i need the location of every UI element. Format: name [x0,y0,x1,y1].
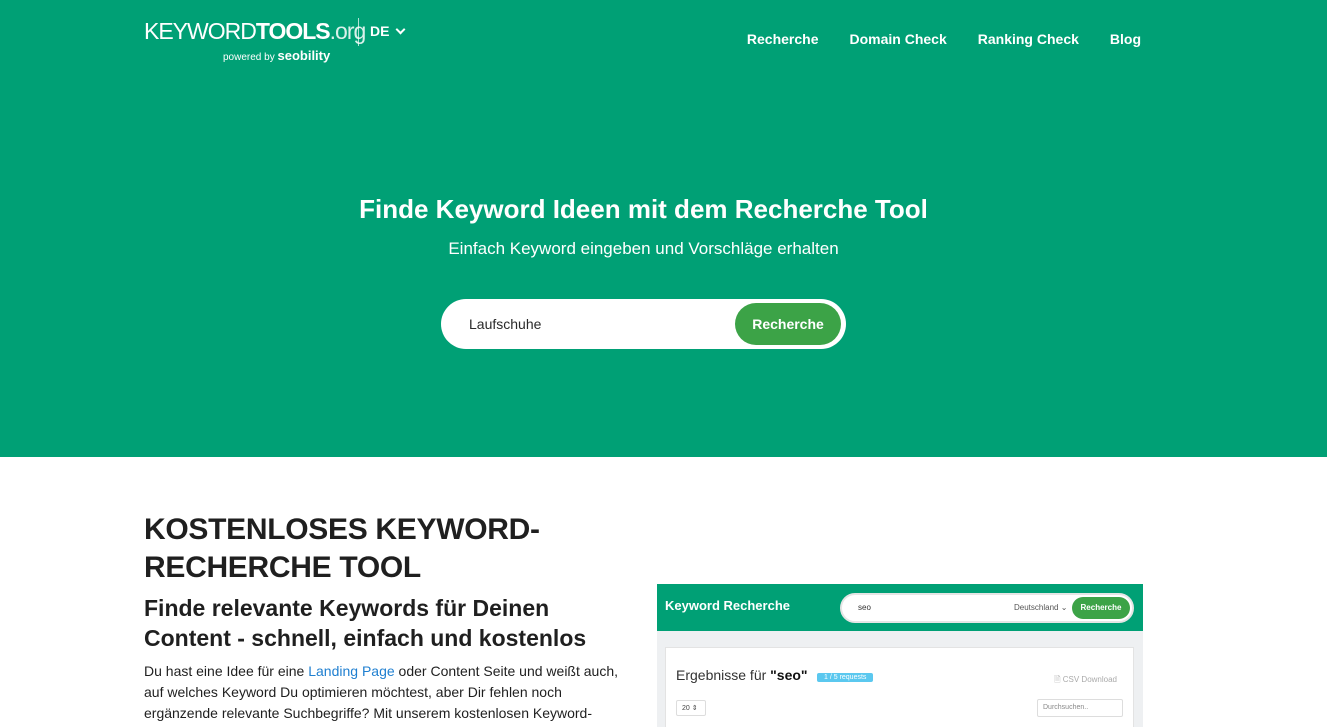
keyword-search-input[interactable] [469,311,729,337]
logo-divider [358,18,359,46]
keyword-search-form: Recherche [441,299,846,349]
nav-recherche[interactable]: Recherche [747,31,819,47]
preview-results-title: Ergebnisse für "seo" [676,667,808,683]
preview-request-badge: 1 / 5 requests [817,673,874,682]
nav-domain-check[interactable]: Domain Check [850,31,947,47]
language-label: DE [370,23,390,39]
preview-country: Deutschland ⌄ [1014,603,1068,612]
preview-search: seo Deutschland ⌄ Recherche [840,593,1134,623]
search-submit-button[interactable]: Recherche [735,303,841,345]
section-subtitle: Finde relevante Keywords für Deinen Cont… [144,595,587,651]
chevron-down-icon [396,24,406,34]
hero-subtitle: Einfach Keyword eingeben und Vorschläge … [448,239,839,258]
hero-section: KEYWORDTOOLS.org powered by seobility DE… [0,0,1327,457]
preview-csv-download: 🗎 CSV Download [1054,675,1117,684]
logo-wordmark: KEYWORDTOOLS.org [144,18,366,44]
preview-search-button: Recherche [1072,597,1130,619]
logo-powered-by: powered by seobility [223,48,331,63]
site-logo[interactable]: KEYWORDTOOLS.org powered by seobility [144,16,366,66]
preview-header: Keyword Recherche seo Deutschland ⌄ Rech… [657,584,1143,631]
preview-filter: Durchsuchen.. [1037,699,1123,717]
section-title: KOSTENLOSES KEYWORD-RECHERCHE TOOL [144,513,540,584]
section-paragraph: Du hast eine Idee für eine Landing Page … [144,663,619,721]
file-icon: 🗎 [1054,675,1061,684]
nav-blog[interactable]: Blog [1110,31,1141,47]
nav-ranking-check[interactable]: Ranking Check [978,31,1079,47]
preview-search-value: seo [858,603,871,612]
preview-per-page: 20 ⇕ [676,700,706,716]
preview-title: Keyword Recherche [665,598,790,613]
main-nav: Recherche Domain Check Ranking Check Blo… [747,31,1141,47]
preview-results-panel: Ergebnisse für "seo" 1 / 5 requests 🗎 CS… [665,647,1134,727]
hero-title: Finde Keyword Ideen mit dem Recherche To… [359,194,928,224]
tool-preview-image: Keyword Recherche seo Deutschland ⌄ Rech… [657,584,1143,727]
language-selector[interactable]: DE [370,23,406,39]
landing-page-link[interactable]: Landing Page [308,663,394,679]
